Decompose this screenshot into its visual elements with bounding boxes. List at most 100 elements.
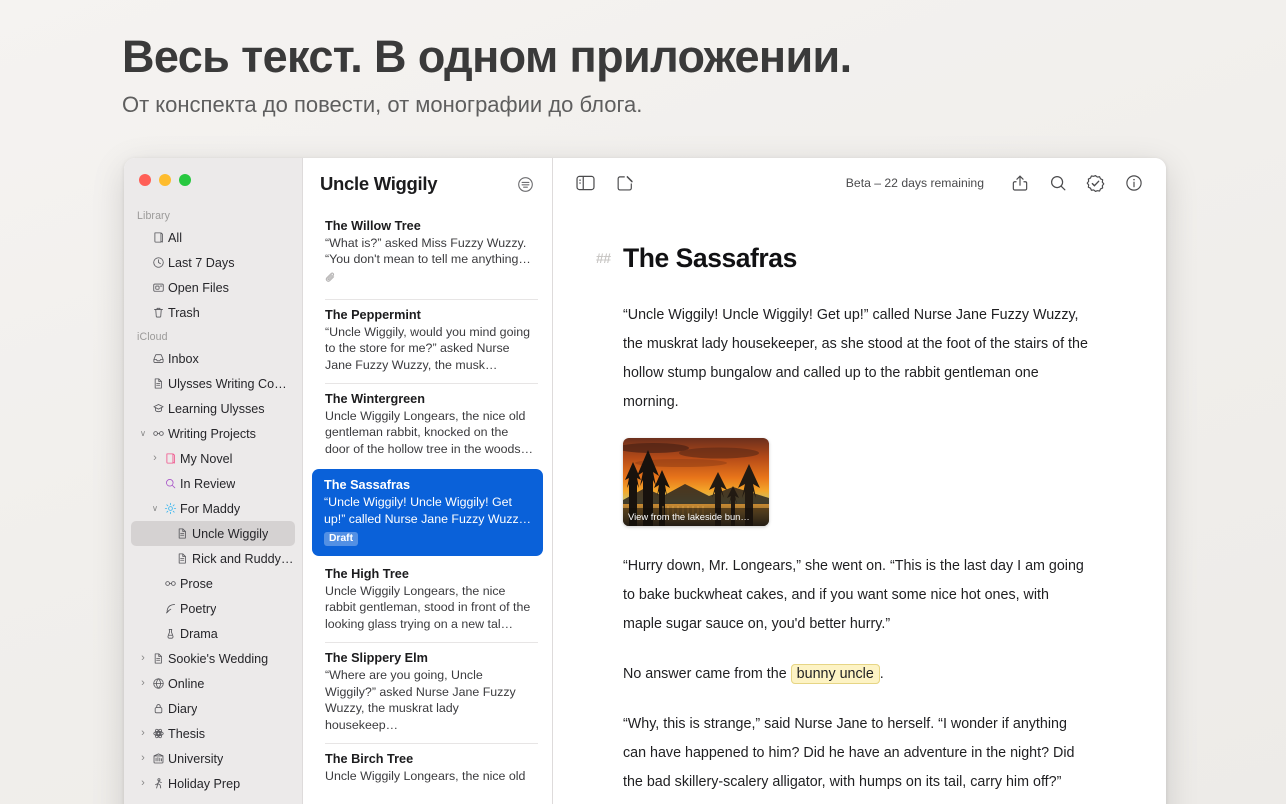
sidebar-item-open-files[interactable]: Open Files — [131, 275, 295, 300]
window-controls — [139, 174, 191, 186]
sidebar-item-label: Trash — [168, 306, 200, 320]
note-preview: Uncle Wiggily Longears, the nice old gen… — [325, 408, 534, 457]
note-list-item[interactable]: The Peppermint“Uncle Wiggily, would you … — [313, 299, 542, 383]
sidebar-item-for-maddy[interactable]: ∨ For Maddy — [131, 496, 295, 521]
sidebar-item-label: Online — [168, 677, 204, 691]
note-title: The Peppermint — [325, 308, 534, 322]
info-icon[interactable] — [1123, 173, 1144, 194]
sidebar: LibraryAllLast 7 DaysOpen FilesTrashiClo… — [124, 158, 303, 804]
editor-toolbar: Beta – 22 days remaining — [553, 158, 1166, 208]
chevron-right-icon[interactable]: › — [149, 453, 161, 464]
sidebar-item-label: Learning Ulysses — [168, 402, 265, 416]
sidebar-item-label: All — [168, 231, 182, 245]
maximize-button[interactable] — [179, 174, 191, 186]
graduation-icon — [149, 402, 168, 415]
search-icon[interactable] — [1047, 173, 1068, 194]
sidebar-item-uncle-wiggily[interactable]: Uncle Wiggily — [131, 521, 295, 546]
heading-marker: ## — [596, 250, 611, 266]
grammar-check-icon[interactable] — [1085, 173, 1106, 194]
sidebar-item-in-review[interactable]: In Review — [131, 471, 295, 496]
sun-blue-icon — [161, 502, 180, 515]
sidebar-item-university[interactable]: ›University — [131, 746, 295, 771]
sidebar-item-learning-ulysses[interactable]: Learning Ulysses — [131, 396, 295, 421]
sidebar-item-label: For Maddy — [180, 502, 240, 516]
person-icon — [149, 777, 168, 790]
paragraph-4: “Why, this is strange,” said Nurse Jane … — [623, 710, 1088, 797]
sidebar-item-label: Inbox — [168, 352, 199, 366]
note-list-item[interactable]: The Sassafras“Uncle Wiggily! Uncle Wiggi… — [312, 469, 543, 556]
sidebar-item-online[interactable]: › Online — [131, 671, 295, 696]
share-icon[interactable] — [1009, 173, 1030, 194]
document-heading: ## The Sassafras — [623, 243, 1088, 274]
marketing-headline: Весь текст. В одном приложении. — [122, 31, 852, 83]
note-list-column: Uncle Wiggily The Willow Tree “What is?” … — [303, 158, 553, 804]
sidebar-item-ulysses-writing-co[interactable]: Ulysses Writing Co… — [131, 371, 295, 396]
heading-text: The Sassafras — [623, 243, 797, 273]
sidebar-item-trash[interactable]: Trash — [131, 300, 295, 325]
glasses-icon — [161, 577, 180, 590]
chevron-right-icon[interactable]: › — [137, 653, 149, 664]
book-icon — [149, 231, 168, 244]
note-title: The Wintergreen — [325, 392, 534, 406]
highlighted-phrase[interactable]: bunny uncle — [791, 664, 880, 684]
note-list-header: Uncle Wiggily — [303, 158, 552, 210]
sidebar-toggle-icon[interactable] — [575, 173, 596, 194]
chevron-down-icon[interactable]: ∨ — [137, 429, 149, 438]
note-preview: Uncle Wiggily Longears, the nice old — [325, 768, 534, 784]
note-list-item[interactable]: The High TreeUncle Wiggily Longears, the… — [313, 558, 542, 642]
sheet-icon — [173, 527, 192, 540]
note-items: The Willow Tree “What is?” asked Miss Fuz… — [303, 210, 552, 794]
chevron-right-icon[interactable]: › — [137, 728, 149, 739]
sidebar-item-thesis[interactable]: › Thesis — [131, 721, 295, 746]
note-title: The Sassafras — [324, 478, 535, 492]
close-button[interactable] — [139, 174, 151, 186]
sidebar-item-writing-projects[interactable]: ∨Writing Projects — [131, 421, 295, 446]
sidebar-item-prose[interactable]: Prose — [131, 571, 295, 596]
paragraph-3-before: No answer came from the — [623, 666, 787, 682]
compose-icon[interactable] — [614, 173, 635, 194]
lock-icon — [149, 702, 168, 715]
sidebar-item-label: In Review — [180, 477, 235, 491]
sidebar-item-label: Sookie's Wedding — [168, 652, 268, 666]
sidebar-item-label: Ulysses Writing Co… — [168, 377, 287, 391]
sidebar-item-last-7-days[interactable]: Last 7 Days — [131, 250, 295, 275]
sidebar-item-label: My Novel — [180, 452, 232, 466]
editor-pane: Beta – 22 days remaining — [553, 158, 1166, 804]
chevron-right-icon[interactable]: › — [137, 678, 149, 689]
chevron-right-icon[interactable]: › — [137, 753, 149, 764]
magnifier-purple-icon — [161, 477, 180, 490]
trash-icon — [149, 306, 168, 319]
sidebar-item-sookie-s-wedding[interactable]: › Sookie's Wedding — [131, 646, 295, 671]
sidebar-item-diary[interactable]: Diary — [131, 696, 295, 721]
drama-icon — [161, 627, 180, 640]
minimize-button[interactable] — [159, 174, 171, 186]
sidebar-item-poetry[interactable]: Poetry — [131, 596, 295, 621]
note-list-item[interactable]: The Birch TreeUncle Wiggily Longears, th… — [313, 743, 542, 794]
sidebar-item-inbox[interactable]: Inbox — [131, 346, 295, 371]
note-list-item[interactable]: The Willow Tree “What is?” asked Miss Fuz… — [313, 210, 542, 299]
sidebar-item-rick-and-ruddy[interactable]: Rick and Ruddy… — [131, 546, 295, 571]
note-preview: “Where are you going, Uncle Wiggily?” as… — [325, 667, 534, 733]
note-list-item[interactable]: The Slippery Elm“Where are you going, Un… — [313, 642, 542, 743]
note-title: The High Tree — [325, 567, 534, 581]
sidebar-item-my-novel[interactable]: › My Novel — [131, 446, 295, 471]
sidebar-section-label: Library — [124, 204, 302, 225]
note-list-item[interactable]: The Wintergreen Uncle Wiggily Longears, t… — [313, 383, 542, 467]
sort-filter-icon[interactable] — [515, 174, 536, 195]
note-title: The Willow Tree — [325, 219, 534, 233]
sidebar-item-all[interactable]: All — [131, 225, 295, 250]
sidebar-item-label: Thesis — [168, 727, 205, 741]
glasses-icon — [149, 427, 168, 440]
inline-figure[interactable]: View from the lakeside bun… — [623, 438, 769, 526]
marketing-subhead: От конспекта до повести, от монографии д… — [122, 92, 642, 118]
sidebar-item-drama[interactable]: Drama — [131, 621, 295, 646]
chevron-down-icon[interactable]: ∨ — [149, 504, 161, 513]
app-window: LibraryAllLast 7 DaysOpen FilesTrashiClo… — [124, 158, 1166, 804]
sidebar-item-label: Open Files — [168, 281, 229, 295]
feather-icon — [161, 602, 180, 615]
chevron-right-icon[interactable]: › — [137, 778, 149, 789]
sidebar-item-label: Poetry — [180, 602, 216, 616]
sidebar-item-holiday-prep[interactable]: ›Holiday Prep — [131, 771, 295, 796]
note-preview: “What is?” asked Miss Fuzzy Wuzzy. “You … — [325, 235, 534, 268]
note-list-title: Uncle Wiggily — [320, 173, 437, 195]
